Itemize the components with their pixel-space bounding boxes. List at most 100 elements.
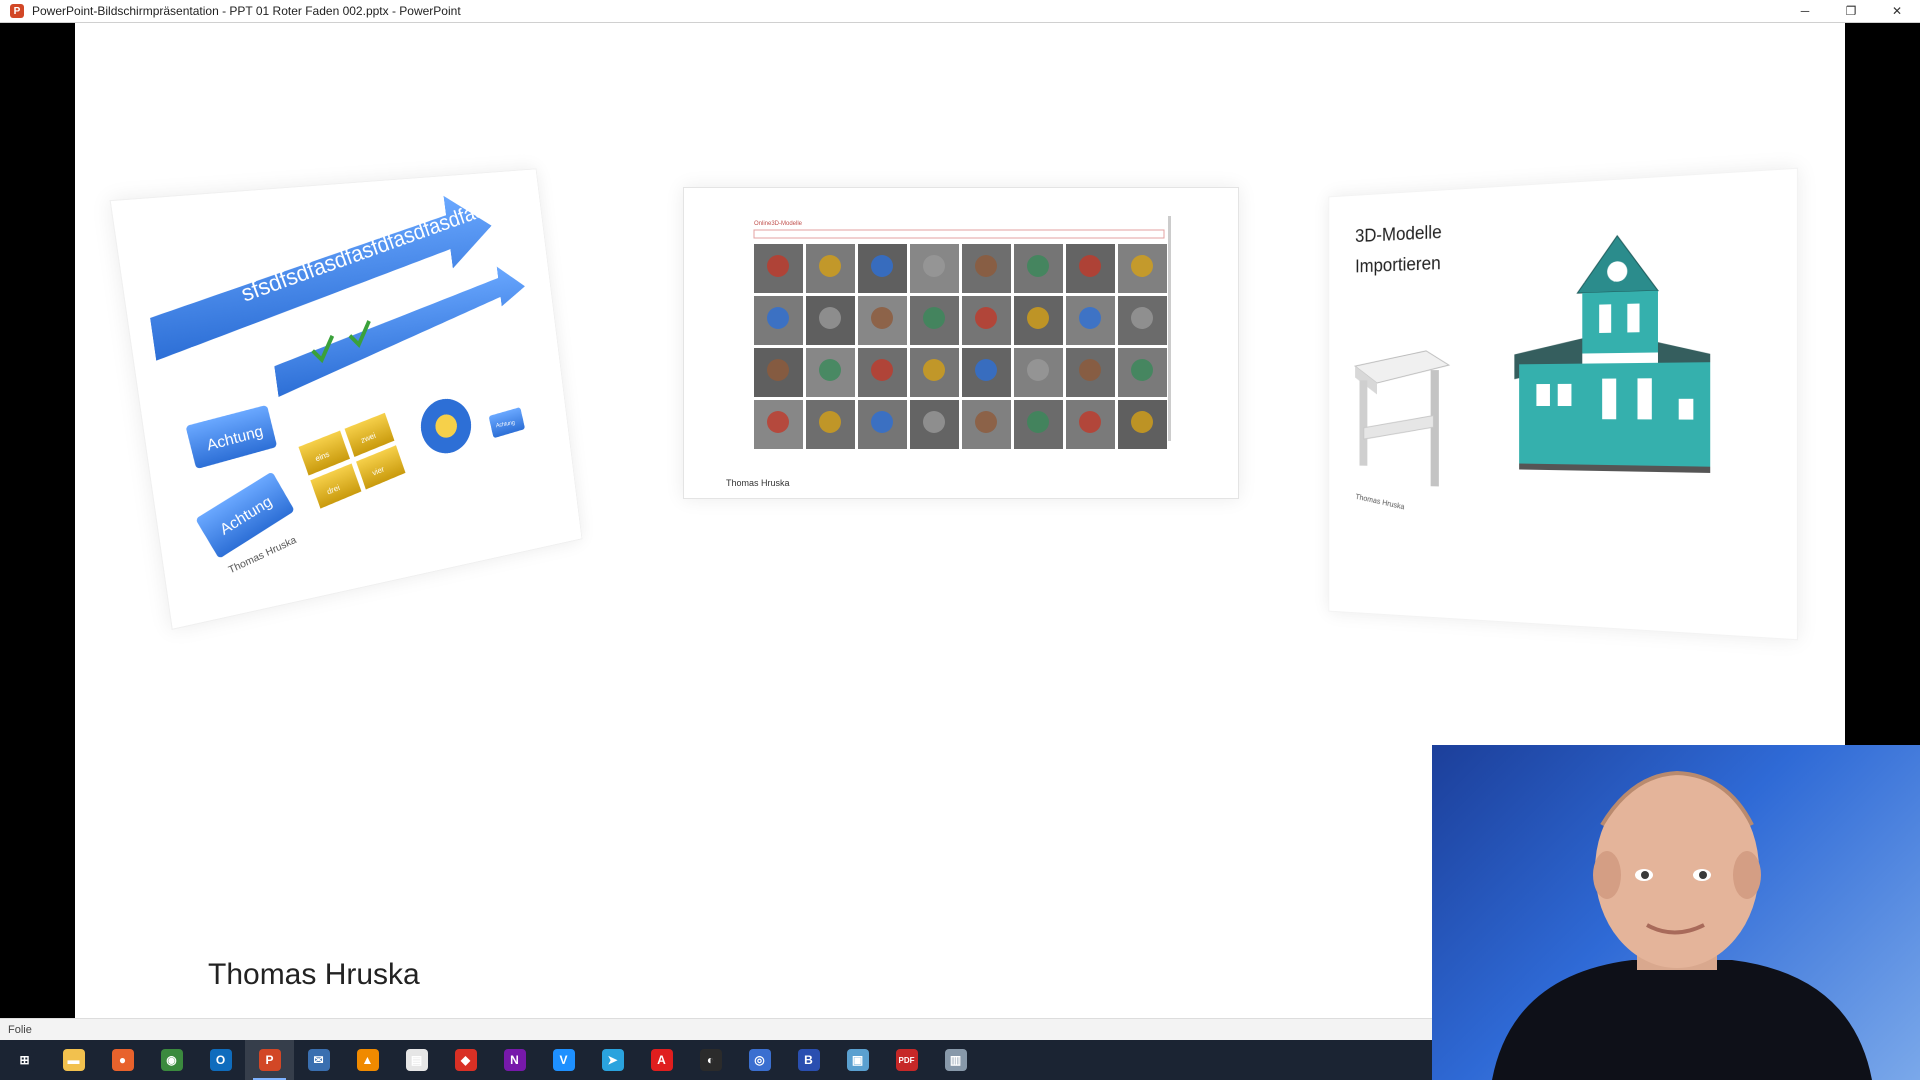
slide-footer-author: Thomas Hruska xyxy=(208,958,420,991)
device-app-taskbar-button[interactable]: ▥ xyxy=(931,1040,980,1080)
model-thumbnail xyxy=(1027,255,1049,277)
outlook-taskbar-button[interactable]: O xyxy=(196,1040,245,1080)
model-thumbnail xyxy=(975,411,997,433)
3d-models-illustration: Thomas Hruska xyxy=(1329,169,1711,512)
smartart-illustration: sfsdfsdfasdfasfdfasdfasdfasdfasfd Achtun… xyxy=(136,181,535,576)
firefox-taskbar-button[interactable]: ● xyxy=(98,1040,147,1080)
table-model xyxy=(1355,351,1449,487)
file-explorer-taskbar-button[interactable]: ▬ xyxy=(49,1040,98,1080)
windows-taskbar: ⊞ ▬ ● ◉ O P ✉ ▲ ▤ ◆ N V ➤ A ◐ ◎ B ▣ PDF ▥ xyxy=(0,1040,1432,1080)
obs-icon: ◐ xyxy=(699,1049,722,1071)
powerpoint-taskbar-button[interactable]: P xyxy=(245,1040,294,1080)
gallery-illustration: Online3D-Modelle Thomas Hruska xyxy=(726,216,1171,488)
monitor-app-icon: ▣ xyxy=(846,1049,869,1071)
model-thumbnail xyxy=(923,359,945,381)
restore-button[interactable]: ❐ xyxy=(1828,0,1874,22)
onenote-icon: N xyxy=(503,1049,526,1071)
model-thumbnail xyxy=(923,411,945,433)
slide-thumbnail-3d-gallery: Online3D-Modelle Thomas Hruska xyxy=(683,187,1239,499)
model-thumbnail xyxy=(1027,359,1049,381)
dialog-title: Online3D-Modelle xyxy=(754,221,803,227)
window-controls: ─ ❐ ✕ xyxy=(1782,0,1920,22)
thunderbird-icon: ✉ xyxy=(307,1049,330,1071)
model-thumbnail xyxy=(767,255,789,277)
model-thumbnail xyxy=(819,307,841,329)
device-app-icon: ▥ xyxy=(944,1049,967,1071)
slide-thumbnail-3d-import: 3D-Modelle Importieren Thomas Hruska xyxy=(1328,167,1799,641)
obs-taskbar-button[interactable]: ◐ xyxy=(686,1040,735,1080)
house-model xyxy=(1514,232,1711,473)
acrobat-taskbar-button[interactable]: A xyxy=(637,1040,686,1080)
status-bar: Folie xyxy=(0,1018,1432,1040)
slide-thumbnail-smartart: sfsdfsdfasdfasfdfasdfasdfasdfasfd Achtun… xyxy=(109,168,583,630)
model-thumbnail xyxy=(767,359,789,381)
model-thumbnail xyxy=(1079,411,1101,433)
vlc-taskbar-button[interactable]: ▲ xyxy=(343,1040,392,1080)
dialog-scrollbar xyxy=(1168,216,1171,441)
model-thumbnail xyxy=(819,255,841,277)
window-title: PowerPoint-Bildschirmpräsentation - PPT … xyxy=(32,4,461,18)
office-taskbar-button[interactable]: ▤ xyxy=(392,1040,441,1080)
model-thumbnail xyxy=(1131,411,1153,433)
acrobat-icon: A xyxy=(650,1049,673,1071)
blue-app-taskbar-button[interactable]: B xyxy=(784,1040,833,1080)
model-thumbnail xyxy=(871,411,893,433)
panel-author: Thomas Hruska xyxy=(726,478,790,488)
onenote-taskbar-button[interactable]: N xyxy=(490,1040,539,1080)
v-app-icon: V xyxy=(552,1049,575,1071)
vlc-icon: ▲ xyxy=(356,1049,379,1071)
model-thumbnail xyxy=(975,255,997,277)
title-bar: P PowerPoint-Bildschirmpräsentation - PP… xyxy=(0,0,1920,23)
model-thumbnail xyxy=(871,255,893,277)
model-thumbnail xyxy=(871,359,893,381)
dialog-search-box xyxy=(753,229,1165,239)
v-app-taskbar-button[interactable]: V xyxy=(539,1040,588,1080)
model-thumbnail xyxy=(1131,307,1153,329)
powerpoint-icon: P xyxy=(258,1049,281,1071)
model-thumbnail xyxy=(1079,359,1101,381)
office-icon: ▤ xyxy=(405,1049,428,1071)
model-thumbnail xyxy=(819,411,841,433)
powerpoint-app-icon: P xyxy=(10,4,24,18)
model-thumbnail xyxy=(1131,359,1153,381)
model-thumbnail xyxy=(1027,307,1049,329)
presenter-shirt xyxy=(1492,960,1872,1080)
model-thumbnail xyxy=(975,307,997,329)
lips-app-icon: ◆ xyxy=(454,1049,477,1071)
model-thumbnail xyxy=(767,411,789,433)
file-explorer-icon: ▬ xyxy=(62,1049,85,1071)
presenter-video xyxy=(1492,770,1872,1080)
chrome-taskbar-button[interactable]: ◉ xyxy=(147,1040,196,1080)
webcam-overlay xyxy=(1432,745,1920,1080)
panel-author: Thomas Hruska xyxy=(1355,492,1406,512)
record-app-taskbar-button[interactable]: ◎ xyxy=(735,1040,784,1080)
record-app-icon: ◎ xyxy=(748,1049,771,1071)
model-thumbnail xyxy=(1027,411,1049,433)
model-thumbnail xyxy=(871,307,893,329)
gold-matrix: eins zwei drei vier xyxy=(298,412,406,509)
model-thumbnail xyxy=(923,307,945,329)
start-button-icon: ⊞ xyxy=(13,1049,36,1071)
pdf-app-icon: PDF xyxy=(895,1049,918,1071)
thunderbird-taskbar-button[interactable]: ✉ xyxy=(294,1040,343,1080)
model-thumbnail xyxy=(975,359,997,381)
model-thumbnail xyxy=(1079,255,1101,277)
blue-app-icon: B xyxy=(797,1049,820,1071)
status-slide-label: Folie xyxy=(8,1023,32,1036)
pdf-app-taskbar-button[interactable]: PDF xyxy=(882,1040,931,1080)
lips-app-taskbar-button[interactable]: ◆ xyxy=(441,1040,490,1080)
model-thumbnail xyxy=(923,255,945,277)
firefox-icon: ● xyxy=(111,1049,134,1071)
model-thumbnail xyxy=(819,359,841,381)
outlook-icon: O xyxy=(209,1049,232,1071)
telegram-icon: ➤ xyxy=(601,1049,624,1071)
telegram-taskbar-button[interactable]: ➤ xyxy=(588,1040,637,1080)
model-tile-grid xyxy=(754,244,1167,449)
close-button[interactable]: ✕ xyxy=(1874,0,1920,22)
model-thumbnail xyxy=(1079,307,1101,329)
monitor-app-taskbar-button[interactable]: ▣ xyxy=(833,1040,882,1080)
start-button-taskbar-button[interactable]: ⊞ xyxy=(0,1040,49,1080)
minimize-button[interactable]: ─ xyxy=(1782,0,1828,22)
chrome-icon: ◉ xyxy=(160,1049,183,1071)
model-thumbnail xyxy=(767,307,789,329)
